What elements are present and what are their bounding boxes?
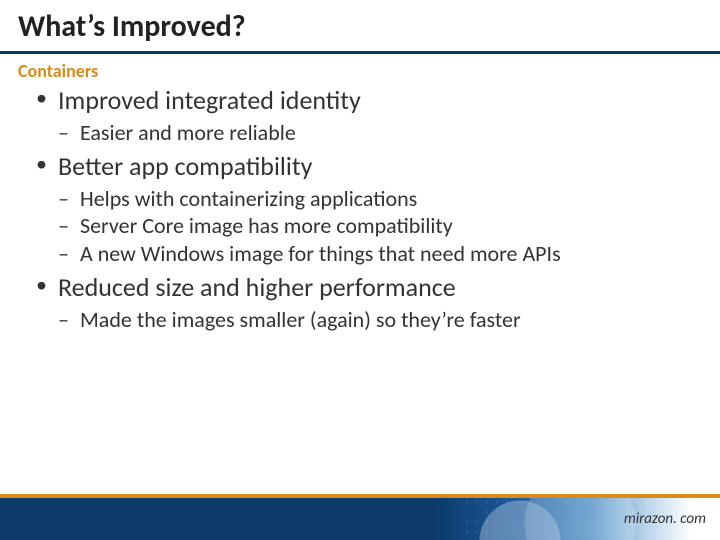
footer-background (0, 498, 720, 540)
bullet-text: Improved integrated identity (58, 84, 361, 116)
list-item: Better app compatibility Helps with cont… (30, 150, 690, 267)
list-item: Reduced size and higher performance Made… (30, 271, 690, 333)
title-underline (0, 51, 720, 54)
bullet-text: Reduced size and higher performance (58, 271, 456, 303)
sub-bullet-list: Helps with containerizing applications S… (58, 185, 690, 268)
sub-bullet-list: Made the images smaller (again) so they’… (58, 306, 690, 334)
list-item: Easier and more reliable (58, 119, 690, 147)
list-item: Improved integrated identity Easier and … (30, 84, 690, 146)
bullet-text: Server Core image has more compatibility (80, 212, 453, 239)
bullet-text: Easier and more reliable (80, 119, 296, 146)
list-item: A new Windows image for things that need… (58, 240, 690, 268)
footer-url: mirazon. com (624, 510, 706, 528)
bullet-text: A new Windows image for things that need… (80, 240, 561, 267)
list-item: Helps with containerizing applications (58, 185, 690, 213)
sub-bullet-list: Easier and more reliable (58, 119, 690, 147)
slide-title: What’s Improved? (0, 0, 720, 47)
slide-footer: mirazon. com (0, 492, 720, 540)
list-item: Made the images smaller (again) so they’… (58, 306, 690, 334)
bullet-list: Improved integrated identity Easier and … (30, 84, 690, 333)
list-item: Server Core image has more compatibility (58, 212, 690, 240)
slide: What’s Improved? Containers Improved int… (0, 0, 720, 540)
bullet-text: Better app compatibility (58, 150, 312, 182)
slide-subtitle: Containers (0, 58, 720, 82)
bullet-text: Helps with containerizing applications (80, 185, 417, 212)
bullet-text: Made the images smaller (again) so they’… (80, 306, 521, 333)
slide-content: Improved integrated identity Easier and … (0, 84, 720, 333)
